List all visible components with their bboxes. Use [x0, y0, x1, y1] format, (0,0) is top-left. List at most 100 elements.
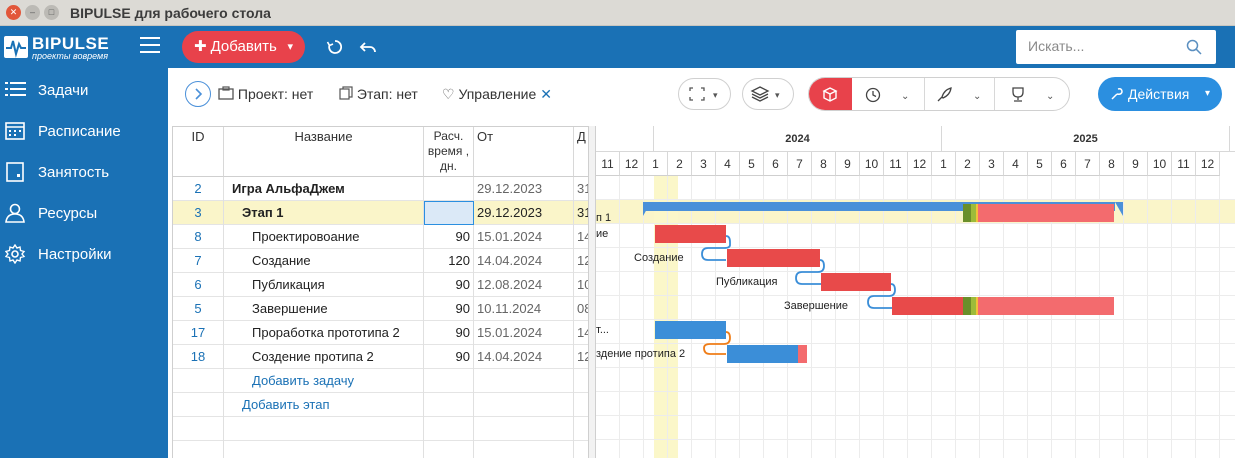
search-input[interactable]: Искать...	[1016, 30, 1216, 64]
fullscreen-button[interactable]: ▾	[678, 78, 731, 110]
task-name[interactable]: Создение протипа 2	[224, 345, 424, 369]
actions-button[interactable]: Действия ▾	[1098, 77, 1222, 111]
undo-icon[interactable]	[359, 38, 377, 56]
add-button[interactable]: ✚ Добавить ▾	[182, 31, 305, 63]
table-row[interactable]: 2Игра АльфаДжем 29.12.202331	[173, 177, 588, 201]
window-maximize-button[interactable]: □	[44, 5, 59, 20]
stage-bar[interactable]	[643, 202, 963, 211]
column-header-to[interactable]: Д	[574, 127, 588, 177]
task-start-date[interactable]: 10.11.2024	[474, 297, 574, 321]
task-start-date[interactable]: 29.12.2023	[474, 201, 574, 225]
task-name[interactable]: Игра АльфаДжем	[224, 177, 424, 201]
table-row[interactable]: 18Создение протипа 29014.04.202412	[173, 345, 588, 369]
sidebar-item-schedule[interactable]: Расписание	[0, 111, 168, 151]
task-name[interactable]: Создание	[224, 249, 424, 273]
task-name[interactable]: Этап 1	[224, 201, 424, 225]
add-stage-link[interactable]: Добавить этап	[224, 393, 424, 417]
table-row[interactable]: 6Публикация9012.08.202410	[173, 273, 588, 297]
task-start-date[interactable]: 14.04.2024	[474, 249, 574, 273]
task-estimate[interactable]: 90	[424, 345, 474, 369]
task-name[interactable]: Публикация	[224, 273, 424, 297]
sidebar-item-workload[interactable]: Занятость	[0, 152, 168, 192]
task-id-link[interactable]: 8	[173, 225, 224, 249]
search-icon[interactable]	[1186, 39, 1202, 55]
rocket-icon[interactable]: ⌄	[935, 86, 995, 104]
task-start-date[interactable]: 14.04.2024	[474, 345, 574, 369]
task-progress[interactable]	[963, 297, 971, 315]
stage-today-line[interactable]	[976, 204, 978, 222]
table-row[interactable]: 3Этап 1 29.12.202331	[173, 201, 588, 225]
table-row[interactable]: 7Создание12014.04.202412	[173, 249, 588, 273]
management-filter[interactable]: ♡ Управление ✕	[442, 86, 552, 103]
svg-text:▾: ▾	[713, 90, 718, 100]
table-row[interactable]: 17Проработка прототипа 29015.01.202414	[173, 321, 588, 345]
task-id-link[interactable]: 18	[173, 345, 224, 369]
clock-icon[interactable]: ⌄	[863, 86, 923, 104]
task-bar-design[interactable]	[655, 225, 726, 243]
sidebar-item-settings[interactable]: Настройки	[0, 234, 168, 274]
column-header-name[interactable]: Название	[224, 127, 424, 177]
task-estimate[interactable]	[424, 201, 474, 225]
task-end-date[interactable]: 12	[574, 249, 588, 273]
task-id-link[interactable]: 6	[173, 273, 224, 297]
task-id-link[interactable]: 3	[173, 201, 224, 225]
task-progress-accent[interactable]	[971, 297, 976, 315]
task-end-date[interactable]: 14	[574, 321, 588, 345]
task-end-date[interactable]: 08	[574, 297, 588, 321]
task-today-line[interactable]	[976, 297, 978, 315]
stage-progress[interactable]	[963, 204, 971, 222]
task-start-date[interactable]: 15.01.2024	[474, 225, 574, 249]
task-name[interactable]: Проработка прототипа 2	[224, 321, 424, 345]
task-id-link[interactable]: 7	[173, 249, 224, 273]
task-start-date[interactable]: 29.12.2023	[474, 177, 574, 201]
column-header-estimate[interactable]: Расч. время , дн.	[424, 127, 474, 177]
add-task-link[interactable]: Добавить задачу	[224, 369, 424, 393]
task-end-date[interactable]: 31	[574, 201, 588, 225]
clear-filter-icon[interactable]: ✕	[540, 86, 552, 102]
layers-button[interactable]: ▾	[742, 78, 794, 110]
task-estimate[interactable]: 90	[424, 321, 474, 345]
task-bar-create[interactable]	[727, 249, 820, 267]
task-bar-prototype[interactable]	[655, 321, 726, 339]
project-filter[interactable]: Проект: нет	[218, 86, 313, 102]
task-name[interactable]: Проектировоание	[224, 225, 424, 249]
refresh-icon[interactable]	[326, 38, 344, 56]
panel-splitter[interactable]	[588, 126, 596, 458]
table-row[interactable]: 5Завершение9010.11.202408	[173, 297, 588, 321]
task-start-date[interactable]: 12.08.2024	[474, 273, 574, 297]
expand-panel-button[interactable]	[185, 81, 211, 107]
task-bar-finish[interactable]	[892, 297, 963, 315]
task-estimate[interactable]: 90	[424, 225, 474, 249]
task-id-link[interactable]: 2	[173, 177, 224, 201]
column-header-from[interactable]: От	[474, 127, 574, 177]
stage-bar-overdue[interactable]	[978, 204, 1114, 222]
sidebar-item-resources[interactable]: Ресурсы	[0, 193, 168, 233]
task-bar-publish[interactable]	[821, 273, 891, 291]
task-bar-finish-overdue[interactable]	[978, 297, 1114, 315]
task-estimate[interactable]	[424, 177, 474, 201]
task-end-date[interactable]: 12	[574, 345, 588, 369]
trophy-icon[interactable]: ⌄	[1008, 86, 1068, 104]
task-end-date[interactable]: 14	[574, 225, 588, 249]
task-id-link[interactable]: 17	[173, 321, 224, 345]
task-estimate[interactable]: 90	[424, 273, 474, 297]
task-bar-prototype2-overdue[interactable]	[798, 345, 807, 363]
table-row[interactable]: 8Проектировоание9015.01.202414	[173, 225, 588, 249]
sidebar-item-tasks[interactable]: Задачи	[0, 70, 168, 110]
task-name[interactable]: Завершение	[224, 297, 424, 321]
task-end-date[interactable]: 31	[574, 177, 588, 201]
stage-filter[interactable]: Этап: нет	[339, 86, 418, 102]
plus-icon: ✚	[194, 38, 207, 55]
stage-progress-accent[interactable]	[971, 204, 976, 222]
window-minimize-button[interactable]: –	[25, 5, 40, 20]
task-id-link[interactable]: 5	[173, 297, 224, 321]
view-gantt-button[interactable]	[809, 78, 852, 110]
task-bar-prototype2[interactable]	[727, 345, 798, 363]
menu-hamburger-icon[interactable]	[140, 37, 160, 55]
column-header-id[interactable]: ID	[173, 127, 224, 177]
task-estimate[interactable]: 120	[424, 249, 474, 273]
task-end-date[interactable]: 10	[574, 273, 588, 297]
window-close-button[interactable]: ✕	[6, 5, 21, 20]
task-estimate[interactable]: 90	[424, 297, 474, 321]
task-start-date[interactable]: 15.01.2024	[474, 321, 574, 345]
